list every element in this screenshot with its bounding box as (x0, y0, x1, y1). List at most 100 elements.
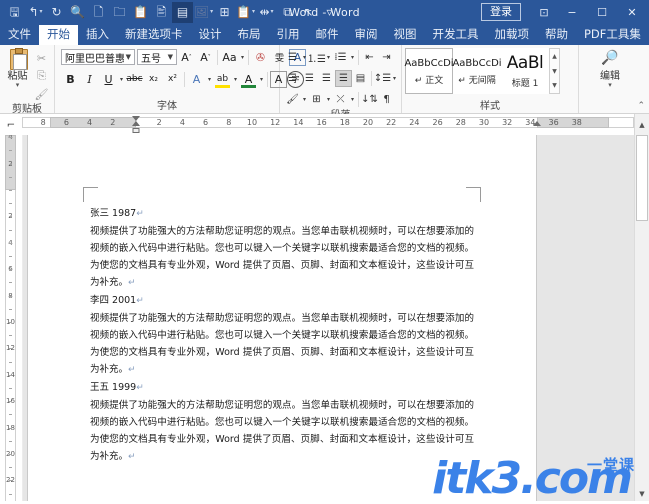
document-paragraph-name[interactable]: 王五 1999↵ (90, 379, 474, 397)
tab-pdf-tools[interactable]: PDF工具集 (576, 25, 649, 45)
vertical-scrollbar[interactable]: ▼ (634, 135, 649, 501)
italic-icon[interactable]: I (80, 71, 99, 88)
align-right-icon[interactable]: ☰ (318, 70, 335, 87)
undo-icon[interactable]: ↰▾ (25, 2, 46, 23)
ribbon-display-options-icon[interactable]: ⊡ (531, 0, 557, 24)
paste-caret-icon[interactable]: ▾ (16, 82, 20, 88)
line-spacing-icon[interactable]: ↕☰ (374, 70, 391, 87)
styles-scroll-down-icon[interactable]: ▼ (550, 64, 559, 79)
shading-caret-icon[interactable]: ▾ (301, 96, 308, 103)
bullets-icon[interactable]: ☰ (284, 49, 301, 66)
reading-view-icon[interactable]: ▤ (172, 2, 193, 23)
line-spacing-caret-icon[interactable]: ▾ (391, 75, 398, 82)
paste-icon[interactable]: 📋 (130, 2, 151, 23)
right-indent-marker[interactable] (533, 121, 541, 126)
select-pointer-icon[interactable]: ↖ (298, 2, 319, 23)
quick-access-toolbar[interactable]: 🖫 ↰▾ ↻ 🔍 🗋 🗀 📋 🖹 ▤ 🖼▾ ⊞ 📋▾ ⇹▾ ⧉ ↖ ▿ (0, 0, 340, 24)
tab-review[interactable]: 审阅 (347, 25, 386, 45)
left-tab-stop-icon[interactable]: ⌐ (0, 114, 22, 136)
multilevel-caret-icon[interactable]: ▾ (349, 54, 356, 61)
customize-qat-icon[interactable]: ▿ (319, 2, 340, 23)
sign-in-button[interactable]: 登录 (481, 3, 521, 21)
text-effects-paragraph-icon[interactable]: ⤫ (332, 91, 349, 108)
change-case-caret-icon[interactable]: ▾ (239, 54, 246, 61)
style-item-heading-1[interactable]: AaBl 标题 1 (501, 48, 549, 94)
close-button[interactable]: ✕ (617, 0, 647, 24)
print-preview-icon[interactable]: 🔍 (67, 2, 88, 23)
document-area[interactable]: 张三 1987↵视频提供了功能强大的方法帮助您证明您的观点。当您单击联机视频时，… (23, 135, 634, 501)
save-as-pdf-icon[interactable]: 🖹 (151, 2, 172, 23)
hanging-indent-marker[interactable] (132, 121, 140, 126)
style-item-body[interactable]: AaBbCcDi ↵ 正文 (405, 48, 453, 94)
tab-new-tab[interactable]: 新建选项卡 (117, 25, 191, 45)
font-color-caret-icon[interactable]: ▾ (258, 76, 265, 83)
text-effects-caret-icon[interactable]: ▾ (206, 76, 213, 83)
sort-icon[interactable]: ↓⇅ (361, 91, 378, 108)
document-paragraph-body[interactable]: 视频提供了功能强大的方法帮助您证明您的观点。当您单击联机视频时，可以在想要添加的… (90, 397, 474, 466)
font-size-chevron-down-icon[interactable]: ▼ (166, 53, 175, 61)
text-effects-icon[interactable]: A (187, 71, 206, 88)
document-paragraph-name[interactable]: 张三 1987↵ (90, 205, 474, 223)
document-page[interactable]: 张三 1987↵视频提供了功能强大的方法帮助您证明您的观点。当您单击联机视频时，… (28, 135, 536, 501)
collapse-ribbon-icon[interactable]: ⌃ (637, 101, 645, 111)
subscript-icon[interactable]: x₂ (144, 71, 163, 88)
style-item-no-spacing[interactable]: AaBbCcDi ↵ 无间隔 (453, 48, 501, 94)
horizontal-ruler[interactable]: 86422468101214161820222426283032343638 (22, 114, 634, 136)
document-paragraph-name[interactable]: 李四 2001↵ (90, 292, 474, 310)
scrollbar-thumb[interactable] (636, 135, 648, 221)
font-name-chevron-down-icon[interactable]: ▼ (124, 53, 133, 61)
multilevel-list-icon[interactable]: ⁞☰ (332, 49, 349, 66)
underline-caret-icon[interactable]: ▾ (118, 76, 125, 83)
highlight-caret-icon[interactable]: ▾ (232, 76, 239, 83)
bold-icon[interactable]: B (61, 71, 80, 88)
document-paragraph-body[interactable]: 视频提供了功能强大的方法帮助您证明您的观点。当您单击联机视频时，可以在想要添加的… (90, 223, 474, 292)
open-folder-icon[interactable]: 🗀 (109, 2, 130, 23)
editing-caret-icon[interactable]: ▾ (608, 82, 612, 88)
justify-icon[interactable]: ☰ (335, 70, 352, 87)
distribute-icon[interactable]: ▤ (352, 70, 369, 87)
maximize-button[interactable]: ☐ (587, 0, 617, 24)
tab-view[interactable]: 视图 (386, 25, 425, 45)
shrink-font-icon[interactable]: A˅ (196, 49, 215, 66)
save-icon[interactable]: 🖫 (4, 2, 25, 23)
change-case-icon[interactable]: Aa (220, 49, 239, 66)
superscript-icon[interactable]: x² (163, 71, 182, 88)
copy-icon[interactable]: ⎘ (32, 67, 51, 85)
tab-layout[interactable]: 布局 (230, 25, 269, 45)
tab-insert[interactable]: 插入 (78, 25, 117, 45)
document-paragraph-body[interactable]: 视频提供了功能强大的方法帮助您证明您的观点。当您单击联机视频时，可以在想要添加的… (90, 310, 474, 379)
left-indent-marker[interactable] (133, 128, 140, 133)
cut-icon[interactable]: ✂ (32, 49, 51, 67)
tab-references[interactable]: 引用 (269, 25, 308, 45)
highlight-color-icon[interactable]: ab (213, 71, 232, 88)
show-formatting-marks-icon[interactable]: ¶ (378, 91, 395, 108)
tab-mailings[interactable]: 邮件 (308, 25, 347, 45)
minimize-button[interactable]: − (557, 0, 587, 24)
styles-scroll-up-icon[interactable]: ▲ (550, 49, 559, 64)
spacing-caret-icon[interactable]: ▾ (271, 9, 274, 15)
scroll-down-button[interactable]: ▼ (635, 487, 649, 501)
tab-file[interactable]: 文件 (0, 25, 39, 45)
decrease-indent-icon[interactable]: ⇤ (361, 49, 378, 66)
clipboard-format-icon[interactable]: 📋▾ (235, 2, 256, 23)
align-center-icon[interactable]: ☰ (301, 70, 318, 87)
styles-scroll-buttons[interactable]: ▲ ▼ ▼ (549, 48, 560, 94)
numbering-caret-icon[interactable]: ▾ (325, 54, 332, 61)
tab-home[interactable]: 开始 (39, 25, 78, 45)
font-color-icon[interactable]: A (239, 71, 258, 88)
strikethrough-icon[interactable]: abc (125, 71, 144, 88)
clear-formatting-icon[interactable]: ✇ (251, 49, 270, 66)
numbering-icon[interactable]: ⒈☰ (308, 49, 325, 66)
borders-caret-icon[interactable]: ▾ (325, 96, 332, 103)
table-icon[interactable]: ⊞ (214, 2, 235, 23)
clipboard-caret-icon[interactable]: ▾ (252, 9, 255, 15)
align-left-icon[interactable]: ☰ (284, 70, 301, 87)
ruler-scroll-up-button[interactable]: ▲ (634, 114, 649, 136)
tab-addins[interactable]: 加载项 (487, 25, 538, 45)
underline-icon[interactable]: U (99, 71, 118, 88)
text-effects-paragraph-caret-icon[interactable]: ▾ (349, 96, 356, 103)
undo-caret-icon[interactable]: ▾ (40, 9, 43, 15)
spacing-icon[interactable]: ⇹▾ (256, 2, 277, 23)
editing-button[interactable]: 🔎 编辑 ▾ (590, 47, 630, 88)
font-size-combobox[interactable]: 五号 ▼ (137, 49, 177, 65)
